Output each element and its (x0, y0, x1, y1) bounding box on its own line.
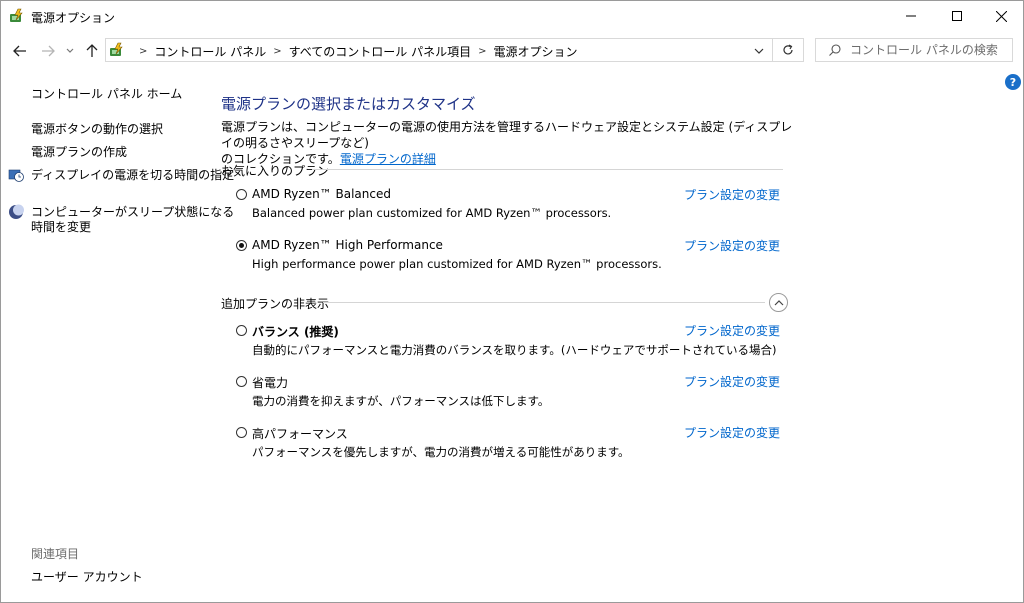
breadcrumb-power-options[interactable]: 電源オプション (494, 43, 578, 60)
plan-description: Balanced power plan customized for AMD R… (252, 206, 612, 220)
plan-name[interactable]: バランス (推奨) (252, 323, 339, 340)
breadcrumb-control-panel[interactable]: コントロール パネル (154, 43, 266, 60)
control-panel-icon (110, 42, 123, 56)
back-button[interactable] (11, 42, 29, 60)
sidebar-item-sleep-time[interactable]: コンピューターがスリープ状態になる (31, 204, 234, 220)
breadcrumb: > コントロール パネル > すべてのコントロール パネル項目 > 電源オプショ… (132, 43, 578, 60)
sidebar-item-create-power-plan[interactable]: 電源プランの作成 (31, 144, 127, 160)
help-icon[interactable]: ? (1005, 74, 1021, 90)
chevron-down-icon (754, 48, 764, 54)
description-text-line1: 電源プランは、コンピューターの電源の使用方法を管理するハードウェア設定とシステム… (221, 120, 793, 150)
plan-description: High performance power plan customized f… (252, 257, 662, 271)
search-box[interactable] (815, 38, 1013, 62)
favorites-divider (312, 169, 783, 170)
hidden-plans-divider (323, 302, 765, 303)
favorite-plans-header: お気に入りのプラン (221, 164, 330, 178)
change-plan-settings-link[interactable]: プラン設定の変更 (684, 322, 780, 339)
page-title: 電源プランの選択またはカスタマイズ (221, 95, 476, 113)
sidebar-item-power-button-action[interactable]: 電源ボタンの動作の選択 (31, 121, 163, 137)
related-item-user-accounts[interactable]: ユーザー アカウント (31, 569, 143, 585)
refresh-icon (783, 44, 793, 55)
plan-amd-high-performance-radio[interactable] (236, 240, 247, 251)
arrow-right-icon (42, 45, 55, 57)
window: 電源オプション > コントロール パネル > すべてのコントロール パネル項目 … (0, 0, 1024, 603)
maximize-button[interactable] (934, 1, 980, 31)
plan-name[interactable]: 省電力 (252, 374, 288, 391)
address-bar[interactable]: > コントロール パネル > すべてのコントロール パネル項目 > 電源オプショ… (105, 38, 804, 62)
chevron-up-icon (774, 299, 783, 305)
plan-name[interactable]: AMD Ryzen™ High Performance (252, 238, 443, 252)
close-icon (995, 10, 1007, 22)
change-plan-settings-link[interactable]: プラン設定の変更 (684, 237, 780, 254)
power-plan-details-link[interactable]: 電源プランの詳細 (340, 152, 436, 166)
plan-amd-balanced-radio[interactable] (236, 189, 247, 200)
search-input[interactable] (850, 42, 1005, 58)
breadcrumb-separator-icon: > (139, 46, 148, 57)
plan-name[interactable]: 高パフォーマンス (252, 425, 348, 442)
minimize-icon (906, 15, 916, 17)
navigation-bar: > コントロール パネル > すべてのコントロール パネル項目 > 電源オプショ… (1, 34, 1023, 68)
plan-high-performance-radio[interactable] (236, 427, 247, 438)
search-icon (829, 44, 841, 56)
sleep-moon-icon (9, 204, 24, 219)
change-plan-settings-link[interactable]: プラン設定の変更 (684, 373, 780, 390)
plan-description: パフォーマンスを優先しますが、電力の消費が増える可能性があります。 (252, 445, 630, 459)
address-dropdown-button[interactable] (751, 43, 767, 59)
refresh-button[interactable] (772, 39, 803, 61)
change-plan-settings-link[interactable]: プラン設定の変更 (684, 424, 780, 441)
arrow-up-icon (86, 44, 98, 57)
breadcrumb-separator-icon: > (478, 46, 487, 57)
breadcrumb-all-items[interactable]: すべてのコントロール パネル項目 (289, 43, 472, 60)
minimize-button[interactable] (888, 1, 934, 31)
window-title: 電源オプション (31, 11, 116, 25)
change-plan-settings-link[interactable]: プラン設定の変更 (684, 186, 780, 203)
maximize-icon (952, 11, 962, 21)
arrow-left-icon (13, 45, 26, 57)
page-description: 電源プランは、コンピューターの電源の使用方法を管理するハードウェア設定とシステム… (221, 119, 801, 167)
close-button[interactable] (978, 1, 1023, 31)
recent-locations-button[interactable] (64, 42, 76, 60)
sidebar-item-control-panel-home[interactable]: コントロール パネル ホーム (31, 86, 182, 102)
plan-power-saver-radio[interactable] (236, 376, 247, 387)
up-button[interactable] (83, 42, 101, 60)
breadcrumb-separator-icon: > (273, 46, 282, 57)
forward-button[interactable] (39, 42, 57, 60)
plan-description: 電力の消費を抑えますが、パフォーマンスは低下します。 (252, 394, 550, 408)
related-items-header: 関連項目 (31, 547, 80, 561)
chevron-down-icon (66, 48, 74, 53)
hidden-plans-header: 追加プランの非表示 (221, 297, 330, 311)
collapse-plans-button[interactable] (769, 293, 788, 312)
plan-description: 自動的にパフォーマンスと電力消費のバランスを取ります。(ハードウェアでサポートさ… (252, 343, 777, 357)
display-clock-icon (8, 169, 24, 182)
power-options-icon (10, 8, 23, 22)
plan-balanced-radio[interactable] (236, 325, 247, 336)
plan-name[interactable]: AMD Ryzen™ Balanced (252, 187, 391, 201)
sidebar-item-sleep-time-line2[interactable]: 時間を変更 (31, 219, 91, 235)
title-bar: 電源オプション (1, 1, 1023, 31)
sidebar-item-display-off-time[interactable]: ディスプレイの電源を切る時間の指定 (31, 167, 234, 183)
